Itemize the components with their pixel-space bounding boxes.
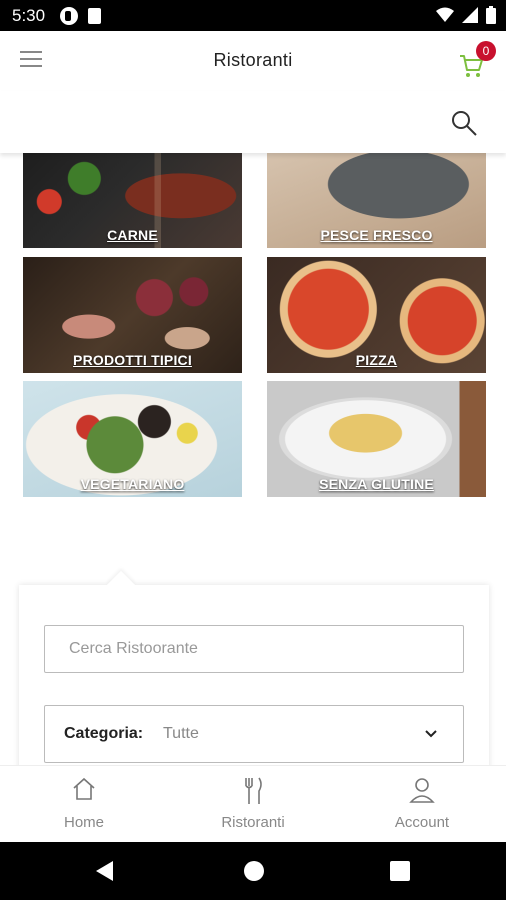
bottom-navigation: Home Ristoranti Account	[0, 765, 506, 842]
category-tile-senza-glutine[interactable]: SENZA GLUTINE	[267, 381, 486, 497]
category-tile-prodotti-tipici[interactable]: PRODOTTI TIPICI	[23, 257, 242, 373]
cart-badge: 0	[476, 41, 496, 61]
search-toolbar	[0, 91, 506, 153]
nav-label: Account	[394, 814, 450, 831]
status-bar: 5:30	[0, 0, 506, 31]
nav-label: Ristoranti	[221, 814, 285, 831]
status-time: 5:30	[12, 6, 46, 25]
status-indicators	[436, 6, 496, 24]
wifi-icon	[436, 7, 454, 22]
home-circle-icon[interactable]	[244, 861, 264, 881]
panel-notch	[106, 570, 136, 600]
recents-icon[interactable]	[390, 861, 410, 881]
category-label: CARNE	[107, 227, 158, 243]
app-bar: Ristoranti 0	[0, 31, 506, 91]
category-select[interactable]: Categoria: Tutte	[44, 705, 464, 763]
category-tile-pizza[interactable]: PIZZA	[267, 257, 486, 373]
signal-icon	[462, 7, 478, 23]
cart-button[interactable]: 0	[458, 41, 496, 77]
search-icon[interactable]	[450, 109, 478, 137]
nav-item-home[interactable]: Home	[0, 766, 168, 843]
fork-knife-icon	[245, 777, 262, 804]
nav-item-ristoranti[interactable]: Ristoranti	[169, 766, 337, 843]
category-label: PRODOTTI TIPICI	[73, 352, 192, 368]
category-tile-vegetariano[interactable]: VEGETARIANO	[23, 381, 242, 497]
category-select-value: Tutte	[163, 725, 199, 742]
sim-card-icon	[88, 8, 101, 24]
back-icon[interactable]	[96, 861, 113, 881]
search-restaurant-input[interactable]	[44, 625, 464, 673]
category-label: PESCE FRESCO	[320, 227, 433, 243]
category-label: SENZA GLUTINE	[319, 476, 434, 492]
battery-icon	[486, 6, 496, 24]
page-title: Ristoranti	[213, 50, 293, 70]
nav-label: Home	[63, 814, 104, 831]
category-label: VEGETARIANO	[80, 476, 185, 492]
home-icon	[73, 777, 95, 800]
nav-item-account[interactable]: Account	[338, 766, 506, 843]
user-icon	[409, 778, 435, 803]
search-panel: Categoria: Tutte	[19, 570, 489, 775]
category-select-label: Categoria:	[64, 725, 144, 742]
category-label: PIZZA	[355, 352, 398, 368]
chevron-down-icon	[425, 730, 437, 738]
notification-icon	[60, 7, 78, 25]
system-navigation-bar	[0, 842, 506, 900]
